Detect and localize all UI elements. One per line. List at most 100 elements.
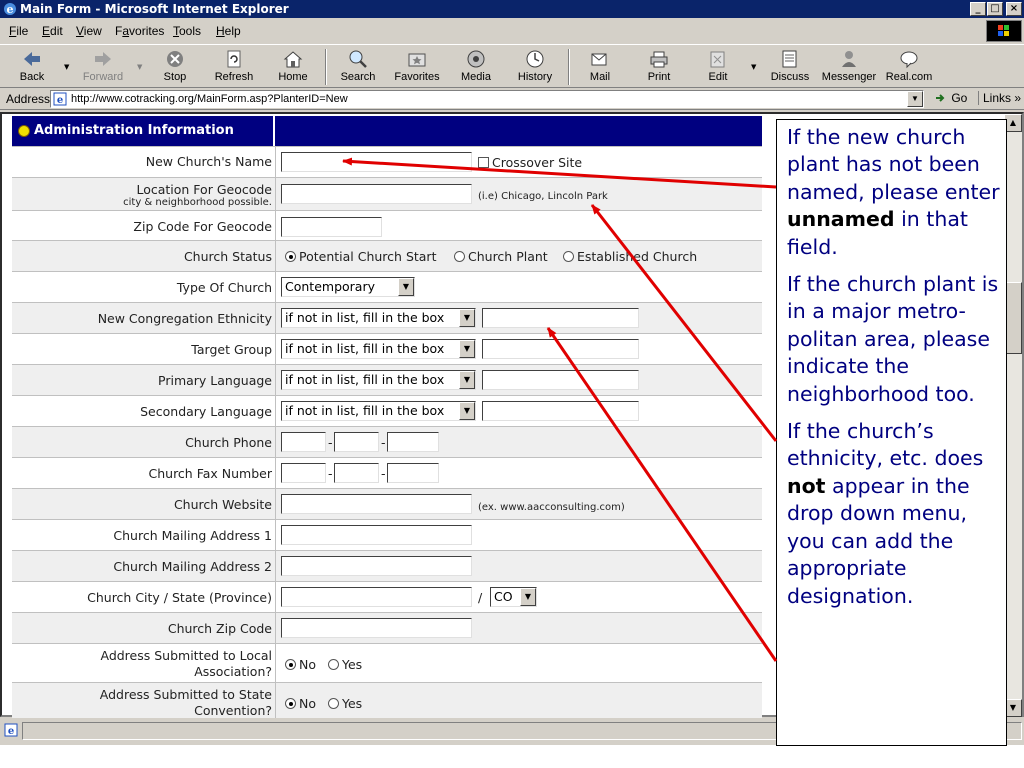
primary-language-select[interactable]: if not in list, fill in the box ▼ [281,370,476,390]
geocode-input[interactable] [281,184,472,204]
menu-view[interactable]: View [76,24,102,38]
window-title: Main Form - Microsoft Internet Explorer [20,2,289,16]
favorites-button[interactable]: Favorites [391,47,443,87]
zip-label: Church Zip Code [167,621,272,636]
windows-logo-icon [986,20,1022,42]
print-button[interactable]: Print [633,47,685,87]
row-type: Type Of Church Contemporary ▼ [12,271,762,302]
real-icon [900,51,918,69]
menu-file[interactable]: File [9,24,28,38]
address-input[interactable]: e http://www.cotracking.org/MainForm.asp… [50,90,924,108]
forward-dropdown-icon[interactable]: ▼ [137,63,142,71]
fax-prefix-input[interactable] [334,463,379,483]
status-radio-plant[interactable]: Church Plant [454,249,548,264]
fax-area-input[interactable] [281,463,326,483]
address-url: http://www.cotracking.org/MainForm.asp?P… [71,93,348,105]
ethnicity-select[interactable]: if not in list, fill in the box ▼ [281,308,476,328]
media-button[interactable]: Media [450,47,502,87]
primary-language-input[interactable] [482,370,639,390]
discuss-button[interactable]: Discuss [764,47,816,87]
phone-label: Church Phone [185,435,272,450]
back-label: Back [19,71,45,83]
state-conv-radio-no[interactable]: No [285,696,316,711]
row-primary-language: Primary Language if not in list, fill in… [12,364,762,395]
close-button[interactable]: × [1006,2,1022,16]
church-name-label: New Church's Name [145,154,272,169]
state-conv-label-1: Address Submitted to State [99,687,272,702]
type-select[interactable]: Contemporary ▼ [281,277,415,297]
links-button[interactable]: Links » [978,91,1021,105]
zip-input[interactable] [281,618,472,638]
print-icon [650,51,668,68]
maximize-button[interactable]: □ [987,2,1003,16]
home-icon [283,51,303,68]
mail2-input[interactable] [281,556,472,576]
messenger-label: Messenger [821,71,877,83]
phone-area-input[interactable] [281,432,326,452]
history-button[interactable]: History [509,47,561,87]
status-radio-established[interactable]: Established Church [563,249,697,264]
menu-help[interactable]: Help [216,24,241,38]
status-radio-potential[interactable]: Potential Church Start [285,249,436,264]
city-input[interactable] [281,587,472,607]
back-arrow-icon [24,52,40,66]
go-arrow-icon [936,94,945,102]
row-mail1: Church Mailing Address 1 [12,519,762,550]
secondary-language-input[interactable] [482,401,639,421]
real-button[interactable]: Real.com [881,47,937,87]
mail1-input[interactable] [281,525,472,545]
toolbar: Back ▼ Forward ▼ Stop Refresh Home Searc… [0,44,1024,88]
go-button[interactable]: Go [934,91,967,105]
real-label: Real.com [885,71,933,83]
ethnicity-input[interactable] [482,308,639,328]
messenger-button[interactable]: Messenger [821,47,877,87]
forward-label: Forward [82,71,124,83]
state-conv-radio-yes[interactable]: Yes [328,696,362,711]
menu-tools[interactable]: Tools [173,24,201,38]
primary-language-label: Primary Language [158,373,272,388]
phone-line-input[interactable] [387,432,439,452]
minimize-button[interactable]: _ [970,2,986,16]
search-button[interactable]: Search [332,47,384,87]
zip-geocode-label: Zip Code For Geocode [133,219,272,234]
refresh-button[interactable]: Refresh [208,47,260,87]
page-icon: e [53,92,67,106]
menu-edit[interactable]: Edit [42,24,63,38]
row-zip: Church Zip Code [12,612,762,643]
secondary-language-select[interactable]: if not in list, fill in the box ▼ [281,401,476,421]
row-geocode: Location For Geocode city & neighborhood… [12,177,762,210]
state-select[interactable]: CO ▼ [490,587,537,607]
target-group-select[interactable]: if not in list, fill in the box ▼ [281,339,476,359]
forward-button[interactable]: Forward [77,47,129,87]
back-button[interactable]: Back [6,47,58,87]
back-dropdown-icon[interactable]: ▼ [64,63,69,71]
section-title: Administration Information [34,123,234,138]
search-label: Search [340,71,376,83]
status-page-icon: e [4,723,18,737]
local-assoc-radio-yes[interactable]: Yes [328,657,362,672]
edit-button[interactable]: Edit [692,47,744,87]
website-input[interactable] [281,494,472,514]
refresh-label: Refresh [214,71,254,83]
messenger-icon [842,51,856,67]
crossover-site-checkbox[interactable]: Crossover Site [478,155,582,170]
mail-button[interactable]: Mail [574,47,626,87]
church-name-input[interactable] [281,152,472,172]
menu-bar: File Edit View Favorites Tools Help [0,19,1024,43]
stop-icon [167,51,183,67]
zip-geocode-input[interactable] [281,217,382,237]
target-group-input[interactable] [482,339,639,359]
church-status-label: Church Status [183,249,272,264]
fax-line-input[interactable] [387,463,439,483]
mail2-label: Church Mailing Address 2 [113,559,272,574]
media-icon [467,50,485,68]
svg-text:e: e [57,95,63,106]
local-assoc-radio-no[interactable]: No [285,657,316,672]
menu-favorites[interactable]: Favorites [115,24,164,38]
edit-dropdown-icon[interactable]: ▼ [751,63,756,71]
home-button[interactable]: Home [267,47,319,87]
phone-prefix-input[interactable] [334,432,379,452]
mail-label: Mail [589,71,611,83]
stop-button[interactable]: Stop [149,47,201,87]
address-dropdown-icon[interactable]: ▼ [907,91,923,107]
